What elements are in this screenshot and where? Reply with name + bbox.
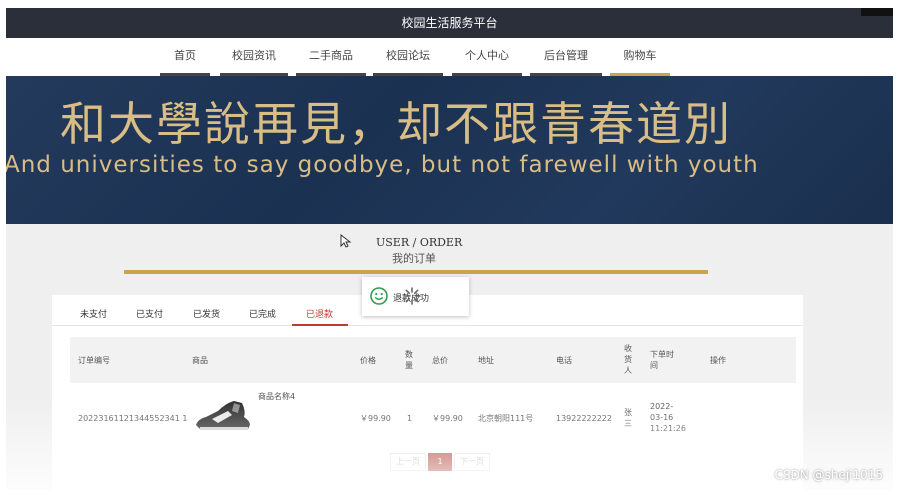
- site-header: 校园生活服务平台: [6, 8, 893, 38]
- site-title: 校园生活服务平台: [401, 16, 498, 30]
- section-title-en: USER / ORDER: [376, 236, 463, 249]
- nav-item-home[interactable]: 首页: [160, 47, 210, 76]
- col-address: 地址: [478, 356, 494, 365]
- cell-price: ￥99.90: [360, 414, 391, 423]
- refund-success-toast: 退款成功: [362, 277, 469, 316]
- table-header: 订单编号 商品 价格 数量 总价 地址 电话 收货人 下单时间 操作: [70, 337, 796, 383]
- tab-paid[interactable]: 已支付: [136, 307, 163, 320]
- header-corner: [861, 8, 893, 16]
- tab-shipped[interactable]: 已发货: [193, 307, 220, 320]
- cell-order-no: 20223161121344552341 1: [78, 414, 188, 423]
- cell-receiver: 张三: [624, 408, 632, 428]
- cell-qty: 1: [407, 414, 413, 423]
- tab-refunded[interactable]: 已退款: [306, 307, 333, 320]
- smile-success-icon: [370, 287, 388, 305]
- hero-banner: 和大學說再見，却不跟青春道別 And universities to say g…: [6, 76, 893, 224]
- col-product: 商品: [192, 356, 208, 365]
- nav-item-second-hand[interactable]: 二手商品: [296, 47, 366, 76]
- loading-spinner-icon: [403, 287, 421, 305]
- tab-unpaid[interactable]: 未支付: [80, 307, 107, 320]
- browser-viewport: 校园生活服务平台 首页 校园资讯 二手商品 校园论坛 个人中心 后台管理 购物车…: [6, 8, 893, 490]
- active-tab-indicator: [292, 324, 348, 326]
- col-order-no: 订单编号: [78, 356, 110, 365]
- next-page-button[interactable]: 下一页: [454, 453, 490, 471]
- nav-item-news[interactable]: 校园资讯: [220, 47, 288, 76]
- main-nav: 首页 校园资讯 二手商品 校园论坛 个人中心 后台管理 购物车: [6, 38, 893, 76]
- col-action: 操作: [710, 356, 726, 365]
- order-panel: 未支付 已支付 已发货 已完成 已退款 订单编号 商品 价格 数量 总价 地址 …: [52, 295, 803, 490]
- cell-product-name[interactable]: 商品名称4: [258, 391, 295, 402]
- col-order-time: 下单时间: [650, 350, 674, 370]
- product-thumbnail-sneaker[interactable]: [192, 397, 254, 433]
- col-phone: 电话: [556, 356, 572, 365]
- cell-order-time: 2022- 03-16 11:21:26: [650, 402, 686, 433]
- cell-total: ￥99.90: [432, 414, 463, 423]
- table-row: 20223161121344552341 1 商品名称4 ￥99.90 1 ￥9…: [70, 385, 796, 447]
- nav-item-profile[interactable]: 个人中心: [452, 47, 522, 76]
- prev-page-button[interactable]: 上一页: [390, 453, 426, 471]
- nav-item-forum[interactable]: 校园论坛: [373, 47, 443, 76]
- cell-phone: 13922222222: [556, 414, 612, 423]
- page-1-button[interactable]: 1: [428, 453, 452, 471]
- banner-english-slogan: And universities to say goodbye, but not…: [6, 152, 759, 178]
- cell-address: 北京朝阳111号: [478, 414, 534, 423]
- section-title-cn: 我的订单: [392, 252, 436, 265]
- col-total: 总价: [432, 356, 448, 365]
- col-receiver: 收货人: [624, 344, 632, 375]
- csdn-watermark: CSDN @sheji1015: [774, 468, 883, 482]
- section-divider: [124, 270, 708, 274]
- mouse-cursor-icon: [340, 234, 352, 248]
- banner-chinese-slogan: 和大學說再見，却不跟青春道別: [60, 97, 732, 151]
- col-price: 价格: [360, 356, 376, 365]
- nav-item-admin[interactable]: 后台管理: [530, 47, 602, 76]
- tab-completed[interactable]: 已完成: [249, 307, 276, 320]
- nav-item-cart[interactable]: 购物车: [610, 47, 670, 76]
- col-qty: 数量: [405, 350, 413, 370]
